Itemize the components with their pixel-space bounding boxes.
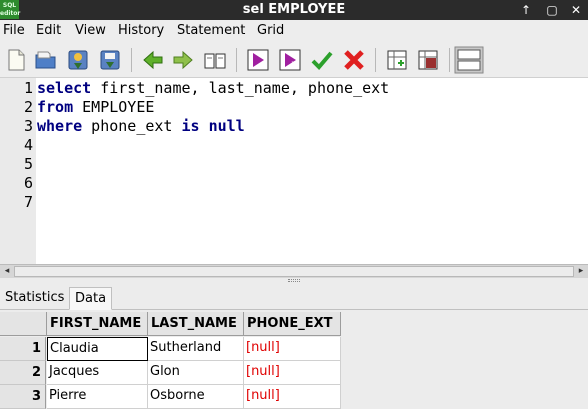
menu-file[interactable]: File (3, 23, 25, 38)
sql-editor[interactable]: 1 2 3 4 5 6 7 select first_name, last_na… (0, 78, 588, 264)
table-cell-null[interactable]: [null] (244, 361, 341, 385)
grid-add-icon[interactable] (385, 48, 409, 72)
line-number: 2 (23, 98, 33, 116)
table-cell[interactable]: Sutherland (148, 337, 244, 361)
column-header-phone-ext[interactable]: PHONE_EXT (244, 312, 341, 336)
row-header[interactable]: 1 (0, 337, 46, 361)
tab-data[interactable]: Data (69, 287, 113, 310)
toolbar: > (0, 42, 588, 78)
svg-text:>: > (291, 59, 298, 68)
line-number: 3 (23, 117, 33, 135)
window-close-button[interactable]: ✕ (568, 2, 584, 18)
toolbar-separator (131, 48, 132, 72)
forward-arrow-icon[interactable] (171, 48, 195, 72)
scroll-left-arrow-icon[interactable]: ◂ (0, 265, 14, 278)
row-header[interactable]: 3 (0, 385, 46, 409)
menu-bar: File Edit View History Statement Grid (0, 20, 588, 42)
window-title: sel EMPLOYEE (242, 2, 346, 17)
line-number: 7 (23, 193, 33, 211)
save-icon[interactable] (66, 48, 90, 72)
table-cell-selected[interactable]: Claudia (47, 337, 148, 361)
code-line-2: from EMPLOYEE (37, 98, 154, 116)
line-number: 4 (23, 136, 33, 154)
scroll-right-arrow-icon[interactable]: ▸ (574, 265, 588, 278)
open-folder-icon[interactable] (34, 48, 58, 72)
execute-step-icon[interactable]: > (278, 48, 302, 72)
toolbar-separator (449, 48, 450, 72)
table-cell[interactable]: Jacques (47, 361, 148, 385)
menu-view[interactable]: View (75, 23, 106, 38)
book-icon[interactable] (203, 48, 227, 72)
keyword: select (37, 79, 92, 97)
line-number: 6 (23, 174, 33, 192)
grid-corner (0, 312, 47, 336)
commit-check-icon[interactable] (310, 48, 334, 72)
menu-statement[interactable]: Statement (177, 23, 245, 38)
tab-statistics[interactable]: Statistics (0, 287, 69, 310)
sql-editor-window: SQL editor sel EMPLOYEE ↑ ▢ ✕ File Edit … (0, 0, 588, 409)
row-header[interactable]: 2 (0, 361, 46, 385)
splitter-grip-icon (288, 279, 300, 282)
table-cell-null[interactable]: [null] (244, 385, 341, 409)
line-number: 5 (23, 155, 33, 173)
title-bar[interactable]: SQL editor sel EMPLOYEE ↑ ▢ ✕ (0, 0, 588, 20)
toolbar-separator (375, 48, 376, 72)
code-line-3: where phone_ext is null (37, 117, 245, 135)
result-grid: FIRST_NAME LAST_NAME PHONE_EXT 1 Claudia… (0, 311, 588, 409)
code-line-1: select first_name, last_name, phone_ext (37, 79, 389, 97)
menu-edit[interactable]: Edit (36, 23, 61, 38)
layout-toggle-icon[interactable] (454, 46, 484, 74)
save-as-icon[interactable] (98, 48, 122, 72)
table-cell[interactable]: Osborne (148, 385, 244, 409)
table-cell[interactable]: Glon (148, 361, 244, 385)
toolbar-separator (236, 48, 237, 72)
scrollbar-thumb[interactable] (14, 266, 574, 277)
menu-history[interactable]: History (118, 23, 164, 38)
execute-icon[interactable] (246, 48, 270, 72)
line-number: 1 (23, 79, 33, 97)
code-text: phone_ext (82, 117, 182, 135)
window-maximize-button[interactable]: ▢ (544, 2, 560, 18)
result-tab-bar: Statistics Data (0, 284, 588, 310)
keyword: is null (181, 117, 245, 135)
new-file-icon[interactable] (4, 48, 28, 72)
keyword: where (37, 117, 83, 135)
code-text: first_name, last_name, phone_ext (91, 79, 390, 97)
table-cell[interactable]: Pierre (47, 385, 148, 409)
keyword: from (37, 98, 74, 116)
line-number-gutter: 1 2 3 4 5 6 7 (0, 78, 36, 264)
editor-horizontal-scrollbar[interactable]: ◂ ▸ (0, 264, 588, 278)
table-cell-null[interactable]: [null] (244, 337, 341, 361)
rollback-x-icon[interactable] (342, 48, 366, 72)
menu-grid[interactable]: Grid (257, 23, 284, 38)
column-header-last-name[interactable]: LAST_NAME (148, 312, 244, 336)
code-text: EMPLOYEE (73, 98, 155, 116)
back-arrow-icon[interactable] (141, 48, 165, 72)
grid-remove-icon[interactable] (416, 48, 440, 72)
column-header-first-name[interactable]: FIRST_NAME (47, 312, 148, 336)
window-shade-button[interactable]: ↑ (518, 2, 534, 18)
